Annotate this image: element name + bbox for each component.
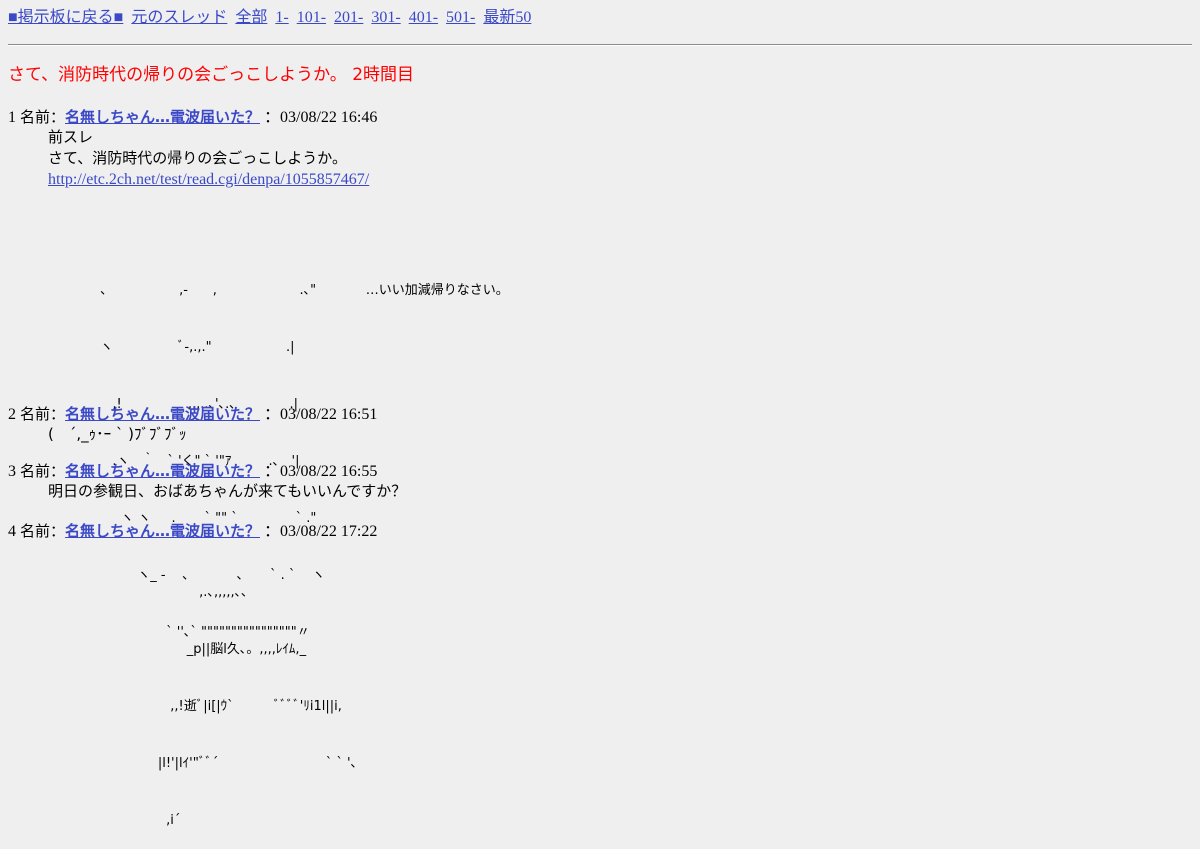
post-name-label: 名前： bbox=[20, 108, 66, 126]
post-line: さて、消防時代の帰りの会ごっこしようか。 bbox=[48, 149, 347, 167]
ascii-art-row: ,.､,,,,,､､ bbox=[100, 585, 248, 600]
ascii-art-row: ,i´ bbox=[100, 813, 181, 828]
post-2: 2 名前：名無しちゃん…電波届いた？ ：03/08/22 16:51 ( ´,_… bbox=[8, 404, 1188, 445]
post-body: 明日の参観日、おばあちゃんが来てもいいんですか？ bbox=[48, 481, 1188, 502]
ascii-art-row: 、 ,- , .､" …いい加減帰りなさい。 bbox=[100, 283, 509, 298]
post-header: 2 名前：名無しちゃん…電波届いた？ ：03/08/22 16:51 bbox=[8, 404, 1188, 424]
post-date: ：03/08/22 16:46 bbox=[264, 109, 378, 126]
post-header: 3 名前：名無しちゃん…電波届いた？ ：03/08/22 16:55 bbox=[8, 461, 1188, 481]
post-name-label: 名前： bbox=[20, 462, 66, 480]
post-1: 1 名前：名無しちゃん…電波届いた？ ：03/08/22 16:46 前スレ さ… bbox=[8, 107, 1188, 190]
back-to-board-link[interactable]: ■掲示板に戻る■ bbox=[8, 9, 123, 26]
post-header: 4 名前：名無しちゃん…電波届いた？ ：03/08/22 17:22 bbox=[8, 521, 1188, 541]
ascii-art: ,.､,,,,,､､ _p||脳l久､。,,,,ﾚｲﾑ,_ ,,!逝ﾞ|i[|ｳ… bbox=[100, 545, 357, 849]
post-name-label: 名前： bbox=[20, 522, 66, 540]
range-201-link[interactable]: 201- bbox=[334, 9, 363, 26]
latest-50-link[interactable]: 最新50 bbox=[483, 9, 531, 26]
range-301-link[interactable]: 301- bbox=[371, 9, 400, 26]
post-author-name[interactable]: 名無しちゃん…電波届いた？ bbox=[65, 405, 260, 423]
post-url-link[interactable]: http://etc.2ch.net/test/read.cgi/denpa/1… bbox=[48, 171, 369, 188]
post-date: ：03/08/22 16:55 bbox=[264, 463, 378, 480]
post-date: ：03/08/22 16:51 bbox=[264, 406, 378, 423]
post-4: 4 名前：名無しちゃん…電波届いた？ ：03/08/22 17:22 bbox=[8, 521, 1188, 541]
post-body: 前スレ さて、消防時代の帰りの会ごっこしようか。 http://etc.2ch.… bbox=[48, 127, 1188, 190]
thread-title: さて、消防時代の帰りの会ごっこしようか。 2時間目 bbox=[8, 65, 415, 85]
range-1-link[interactable]: 1- bbox=[275, 9, 288, 26]
post-line: 前スレ bbox=[48, 128, 94, 146]
range-501-link[interactable]: 501- bbox=[446, 9, 475, 26]
post-author-name[interactable]: 名無しちゃん…電波届いた？ bbox=[65, 108, 260, 126]
ascii-art-row: ,,!逝ﾞ|i[|ｳ` ﾞﾞﾞﾞ'ﾘi1l||i, bbox=[100, 699, 342, 714]
post-3: 3 名前：名無しちゃん…電波届いた？ ：03/08/22 16:55 明日の参観… bbox=[8, 461, 1188, 502]
post-author-name[interactable]: 名無しちゃん…電波届いた？ bbox=[65, 522, 260, 540]
ascii-art-row: |l!'|lｲ'"ﾞﾞ´ ` ` '､ bbox=[100, 756, 358, 771]
ascii-art-row: _p||脳l久､。,,,,ﾚｲﾑ,_ bbox=[100, 642, 307, 657]
post-author-name[interactable]: 名無しちゃん…電波届いた？ bbox=[65, 462, 260, 480]
ascii-art-row: ヽ ﾞ-,.,." .| bbox=[100, 340, 295, 355]
post-body: ( ´,_ｩ･ｰ ` )ﾌﾞﾌﾞﾌﾞｯ bbox=[48, 424, 1188, 445]
range-101-link[interactable]: 101- bbox=[297, 9, 326, 26]
post-number: 2 bbox=[8, 406, 16, 423]
post-number: 1 bbox=[8, 109, 16, 126]
post-line: 明日の参観日、おばあちゃんが来てもいいんですか？ bbox=[48, 482, 407, 500]
post-header: 1 名前：名無しちゃん…電波届いた？ ：03/08/22 16:46 bbox=[8, 107, 1188, 127]
post-number: 3 bbox=[8, 463, 16, 480]
post-number: 4 bbox=[8, 523, 16, 540]
divider bbox=[8, 44, 1192, 46]
range-401-link[interactable]: 401- bbox=[409, 9, 438, 26]
origin-thread-link[interactable]: 元のスレッド bbox=[131, 9, 227, 26]
thread-nav: ■掲示板に戻る■ 元のスレッド 全部 1- 101- 201- 301- 401… bbox=[8, 8, 535, 28]
post-name-label: 名前： bbox=[20, 405, 66, 423]
all-posts-link[interactable]: 全部 bbox=[235, 9, 267, 26]
post-date: ：03/08/22 17:22 bbox=[264, 523, 378, 540]
post-line: ( ´,_ｩ･ｰ ` )ﾌﾞﾌﾞﾌﾞｯ bbox=[48, 425, 187, 443]
